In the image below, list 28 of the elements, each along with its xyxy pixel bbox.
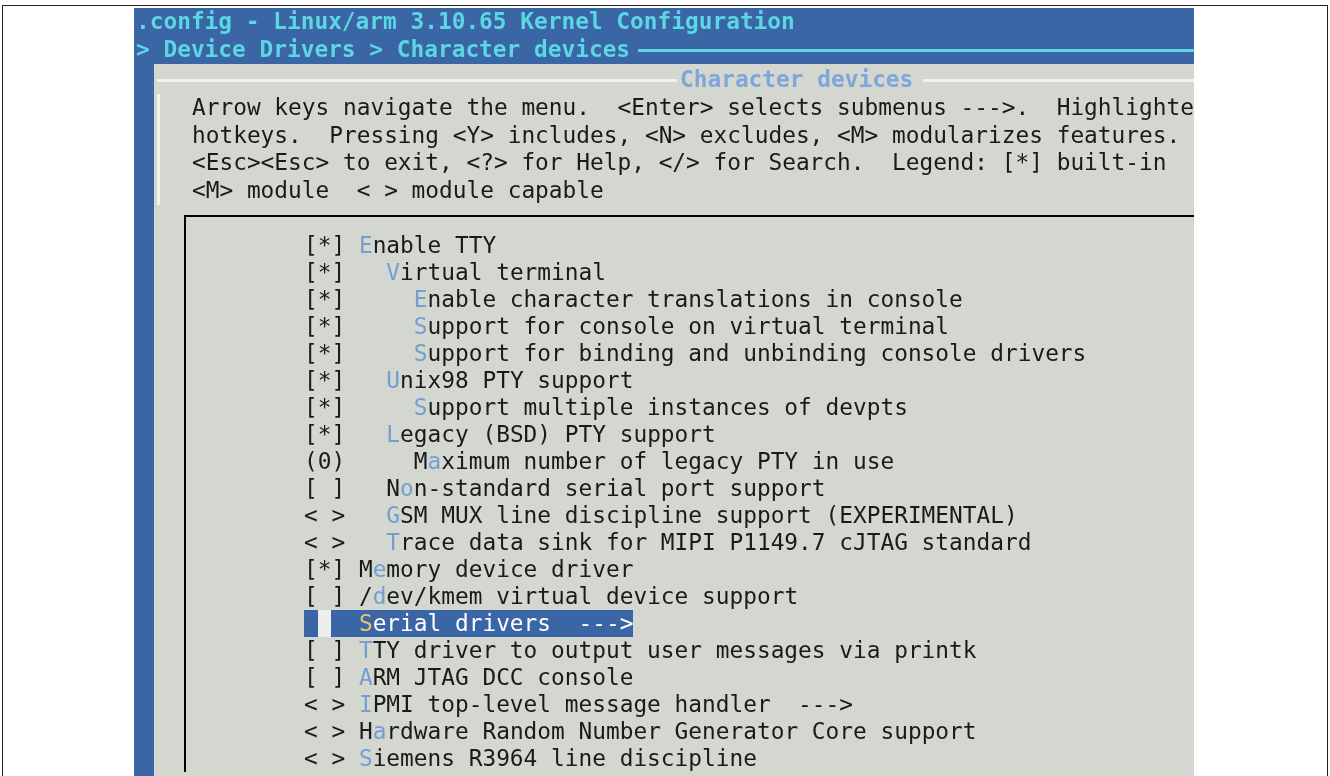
cursor-block-icon	[317, 609, 332, 637]
menu-item[interactable]: [ ] ARM JTAG DCC console	[304, 663, 634, 691]
menu-item[interactable]: [ ] TTY driver to output user messages via printk	[304, 636, 977, 664]
help-text-line: <Esc><Esc> to exit, <?> for Help, </> for Search. Legend: [*] built-in	[192, 149, 1168, 178]
menu-item[interactable]: Serial drivers --->	[304, 609, 634, 637]
menu-item[interactable]: [*] Enable character translations in console	[304, 285, 963, 313]
breadcrumb: > Device Drivers > Character devices	[136, 36, 631, 64]
help-text-line: <M> module < > module capable	[192, 177, 605, 205]
dialog-title: Character devices	[680, 66, 914, 94]
menu-item[interactable]: [ ] Non-standard serial port support	[304, 474, 826, 502]
menu-item[interactable]: < > GSM MUX line discipline support (EXPERIMENTAL)	[304, 501, 1018, 529]
menu-item[interactable]: [*] Virtual terminal	[304, 258, 606, 286]
help-text-line: hotkeys. Pressing <Y> includes, <N> excludes, <M> modularizes features.	[192, 121, 1182, 150]
menu-item[interactable]: [*] Support for binding and unbinding console drivers	[304, 339, 1087, 367]
help-text-line: Arrow keys navigate the menu. <Enter> selects submenus --->. Highlighte	[192, 94, 1194, 122]
menu-item[interactable]: < > IPMI top-level message handler --->	[304, 690, 853, 718]
menu-item[interactable]: [*] Enable TTY	[304, 231, 497, 259]
menu-item[interactable]: [*] Unix98 PTY support	[304, 366, 634, 394]
menu-item[interactable]: < > Siemens R3964 line discipline	[304, 744, 757, 772]
window-title: .config - Linux/arm 3.10.65 Kernel Configuration	[136, 8, 795, 34]
menu-item[interactable]: (0) Maximum number of legacy PTY in use	[304, 447, 895, 475]
menu-item[interactable]: [*] Legacy (BSD) PTY support	[304, 420, 716, 448]
menu-item[interactable]: [*] Support multiple instances of devpts	[304, 393, 908, 421]
menu-item[interactable]: < > Trace data sink for MIPI P1149.7 cJTAG standard	[304, 528, 1032, 556]
menu-item[interactable]: [ ] /dev/kmem virtual device support	[304, 582, 799, 610]
menu-item[interactable]: [*] Support for console on virtual terminal	[304, 312, 950, 340]
menu-item[interactable]: < > Ha rdware Random Number Generator Core support	[304, 717, 977, 745]
menu-item[interactable]: [*] Memory device driver	[304, 555, 634, 583]
